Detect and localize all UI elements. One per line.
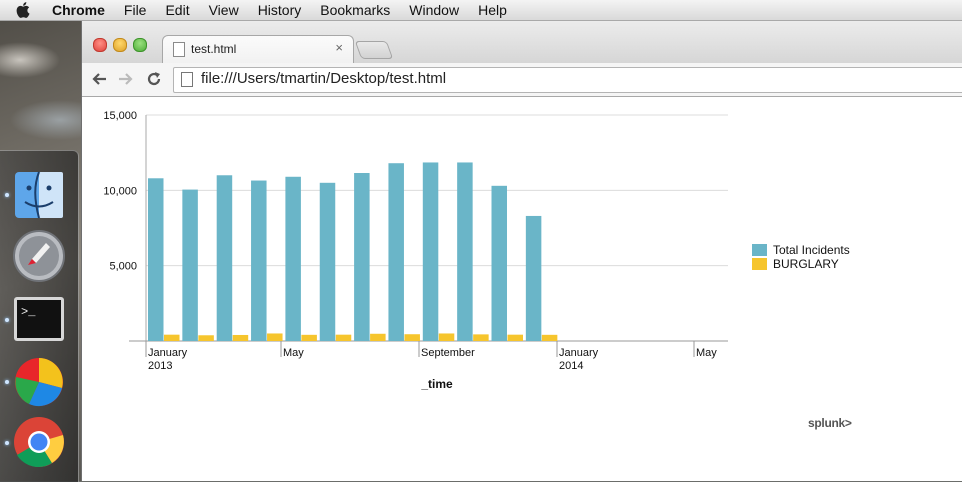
legend-item-total-incidents[interactable]: Total Incidents [752,243,850,257]
tab-test-html[interactable]: test.html × [162,35,354,64]
maximize-window-button[interactable] [133,38,147,52]
bar-burglary [473,334,489,341]
terminal-icon[interactable]: >_ [12,293,66,347]
tab-title: test.html [191,42,237,56]
apple-menu-icon[interactable] [16,1,34,19]
bar-total-incidents [354,173,370,341]
x-tick-year-label: 2014 [559,360,583,372]
page-content: 15,000 10,000 5,000 January 2013 May September… [82,97,962,481]
bar-burglary [232,334,249,341]
chrome-icon[interactable] [12,415,66,469]
launchpad-icon[interactable] [12,229,66,283]
bar-burglary [267,333,283,341]
finder-icon[interactable] [12,169,66,223]
pie-app-icon[interactable] [12,355,66,409]
back-arrow-icon [92,73,106,85]
bar-total-incidents [182,189,198,341]
title-bar: test.html × [82,21,962,64]
y-tick-label: 5,000 [109,261,137,273]
x-tick-year-label: 2013 [148,360,172,372]
x-tick-label: May [283,347,304,359]
bar-total-incidents [148,178,164,341]
menu-file[interactable]: File [124,2,147,18]
browser-toolbar: file:///Users/tmartin/Desktop/test.html [82,63,962,97]
page-icon [181,72,193,87]
x-tick-label: September [421,347,475,359]
x-tick-label: May [696,347,717,359]
running-indicator [5,193,9,197]
menu-bar: Chrome File Edit View History Bookmarks … [0,0,962,21]
splunk-logo: splunk> [808,416,852,430]
legend-label-burglary: BURGLARY [773,257,839,271]
x-axis-title: _time [420,377,453,391]
bar-burglary [541,334,558,341]
x-tick-label: January [559,347,599,359]
document-icon [173,42,185,57]
bar-burglary [438,333,455,341]
url-text[interactable]: file:///Users/tmartin/Desktop/test.html [201,70,446,87]
bar-total-incidents [216,175,233,341]
running-indicator [5,318,9,322]
address-bar[interactable]: file:///Users/tmartin/Desktop/test.html [173,67,962,93]
bar-burglary [370,333,386,341]
bar-burglary [404,334,420,341]
legend-item-burglary[interactable]: BURGLARY [752,257,850,271]
dock: >_ [0,150,79,482]
running-indicator [5,380,9,384]
reload-button[interactable] [144,69,164,89]
bar-total-incidents [319,182,336,341]
menu-window[interactable]: Window [409,2,459,18]
bar-burglary [335,334,352,341]
bar-burglary [198,335,214,341]
close-window-button[interactable] [93,38,107,52]
menu-bookmarks[interactable]: Bookmarks [320,2,390,18]
menu-edit[interactable]: Edit [165,2,189,18]
bar-total-incidents [285,176,301,341]
bar-burglary [164,334,180,341]
menu-app-name[interactable]: Chrome [52,2,105,18]
chart-legend: Total Incidents BURGLARY [752,243,850,271]
x-tick-label: January [148,347,188,359]
legend-swatch-total-incidents [752,244,767,256]
bar-total-incidents [422,162,439,341]
tab-close-icon[interactable]: × [335,40,343,55]
bar-total-incidents [388,163,404,341]
running-indicator [5,441,9,445]
browser-window: test.html × file:///Users/tmartin/Deskto… [81,21,962,481]
bar-total-incidents [457,162,473,341]
menu-history[interactable]: History [258,2,302,18]
legend-swatch-burglary [752,258,767,270]
menu-help[interactable]: Help [478,2,507,18]
new-tab-button[interactable] [354,41,394,59]
back-button[interactable] [89,69,109,89]
minimize-window-button[interactable] [113,38,127,52]
forward-arrow-icon [119,73,133,85]
bar-total-incidents [251,180,267,341]
y-tick-label: 15,000 [103,110,137,122]
bar-burglary [301,334,317,341]
bar-burglary [507,334,523,341]
reload-icon [147,72,161,86]
legend-label-total-incidents: Total Incidents [773,243,850,257]
menu-view[interactable]: View [209,2,239,18]
y-tick-label: 10,000 [103,185,137,197]
forward-button[interactable] [116,69,136,89]
svg-text:>_: >_ [21,305,36,319]
bar-total-incidents [491,185,507,341]
bar-total-incidents [525,215,542,341]
